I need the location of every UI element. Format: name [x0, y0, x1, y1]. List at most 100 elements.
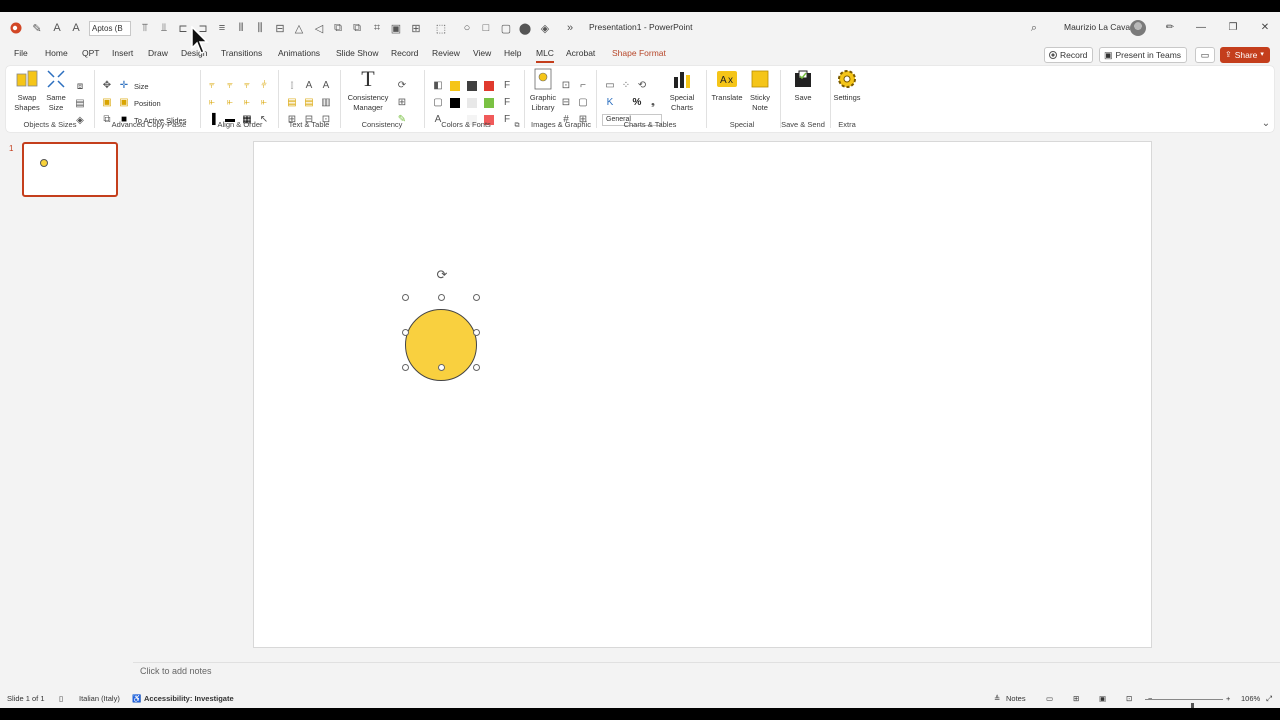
image-replace-icon[interactable]: ⊡ — [560, 80, 572, 92]
zoom-level[interactable]: 106% — [1241, 694, 1260, 703]
resize-handle-bottom-right[interactable] — [473, 364, 480, 371]
text-box-icon[interactable]: ⊞ — [409, 21, 423, 35]
align-top-center-icon[interactable]: ⫧ — [224, 80, 236, 92]
align-left-icon[interactable]: ⊏ — [176, 21, 190, 35]
color-swatch-dark[interactable] — [467, 81, 477, 91]
font-color-icon[interactable]: F — [501, 80, 513, 92]
swap-shapes-button[interactable]: Swap Shapes — [12, 68, 42, 113]
image-crop-icon[interactable]: ⌐ — [577, 80, 589, 92]
tab-qpt[interactable]: QPT — [82, 48, 99, 58]
size-option[interactable]: Size — [134, 82, 149, 91]
share-button[interactable]: ⇪ Share ▾ — [1220, 47, 1270, 63]
comments-button[interactable]: ▭ — [1195, 47, 1215, 63]
tab-review[interactable]: Review — [432, 48, 460, 58]
align-center-icon[interactable]: ≡ — [215, 21, 229, 35]
resize-handle-top[interactable] — [438, 294, 445, 301]
slideshow-view-icon[interactable]: ⊡ — [1126, 694, 1132, 703]
shapes-dropdown-icon[interactable]: ⬚ — [434, 21, 448, 35]
save-button[interactable]: Save — [788, 68, 818, 103]
color-swatch-green[interactable] — [484, 98, 494, 108]
color-swatch-black[interactable] — [450, 98, 460, 108]
rotate-handle-icon[interactable]: ⟳ — [435, 268, 449, 282]
stack-icon[interactable]: ▤ — [74, 98, 86, 110]
distribute-vertical-icon[interactable]: ⫼ — [253, 21, 267, 35]
settings-button[interactable]: Settings — [832, 68, 862, 103]
rounded-rectangle-icon[interactable]: ▢ — [499, 21, 513, 35]
consistency-list-icon[interactable]: ⊞ — [396, 97, 408, 109]
align-stretch-icon[interactable]: ⫦ — [258, 97, 270, 109]
text-direction-icon[interactable]: ⫪ — [138, 21, 152, 35]
triangle-shape-icon[interactable]: △ — [292, 21, 306, 35]
increase-font-icon[interactable]: A — [50, 21, 64, 35]
resize-handle-bottom-left[interactable] — [402, 364, 409, 371]
move-icon[interactable]: ✥ — [101, 80, 113, 92]
search-icon[interactable]: ⌕ — [1027, 21, 1041, 35]
reading-view-icon[interactable]: ▣ — [1099, 694, 1106, 703]
align-top-left-icon[interactable]: ⫧ — [206, 80, 218, 92]
align-right-edge-icon[interactable]: ⫦ — [241, 97, 253, 109]
slide-canvas[interactable] — [253, 141, 1152, 648]
ungroup-icon[interactable]: ⧉ — [350, 21, 364, 35]
sticky-note-button[interactable]: Sticky Note — [746, 68, 774, 113]
font-name-box[interactable]: Aptos (B — [89, 21, 131, 36]
slide-thumbnail[interactable] — [22, 142, 118, 197]
align-top-right-icon[interactable]: ⫧ — [241, 80, 253, 92]
fill-bucket-icon[interactable]: ◧ — [432, 80, 444, 92]
zoom-slider[interactable] — [1145, 699, 1223, 708]
chart-refresh-icon[interactable]: ⟲ — [636, 80, 648, 92]
language-indicator[interactable]: Italian (Italy) — [79, 694, 120, 703]
resize-handle-right[interactable] — [473, 329, 480, 336]
resize-handle-top-right[interactable] — [473, 294, 480, 301]
align-center-edge-icon[interactable]: ⫦ — [224, 97, 236, 109]
text-fit-icon[interactable]: ▤ — [286, 97, 298, 109]
notes-toggle-label[interactable]: Notes — [1006, 694, 1026, 703]
resize-handle-bottom[interactable] — [438, 364, 445, 371]
notes-toggle-icon[interactable]: ≜ — [994, 694, 1000, 703]
same-size-button[interactable]: Same Size — [44, 68, 68, 113]
group-icon[interactable]: ⧉ — [331, 21, 345, 35]
minimize-icon[interactable]: — — [1193, 20, 1209, 36]
tab-transitions[interactable]: Transitions — [221, 48, 262, 58]
tab-home[interactable]: Home — [45, 48, 68, 58]
resize-icon[interactable]: ⧈ — [74, 81, 86, 93]
tab-help[interactable]: Help — [504, 48, 521, 58]
spell-check-icon[interactable]: ▯ — [59, 694, 63, 703]
chart-dots-icon[interactable]: ⁘ — [620, 80, 632, 92]
color-swatch-yellow[interactable] — [450, 81, 460, 91]
color-swatch-light[interactable] — [467, 98, 477, 108]
text-wrap-icon[interactable]: ▤ — [303, 97, 315, 109]
color-swatch-red[interactable] — [484, 81, 494, 91]
format-painter-icon[interactable]: ✎ — [30, 21, 44, 35]
send-backward-icon[interactable]: ◁ — [312, 21, 326, 35]
line-color-icon[interactable]: ▢ — [432, 97, 444, 109]
user-name[interactable]: Maurizio La Cava — [1064, 22, 1130, 32]
font-grow-icon[interactable]: A — [303, 80, 315, 92]
tab-mlc[interactable]: MLC — [536, 48, 554, 63]
align-left-edge-icon[interactable]: ⫦ — [206, 97, 218, 109]
align-middle-icon[interactable]: ⊟ — [273, 21, 287, 35]
translate-button[interactable]: Ax Translate — [710, 68, 744, 103]
consistency-check-icon[interactable]: ⟳ — [396, 80, 408, 92]
close-icon[interactable]: ✕ — [1257, 20, 1273, 36]
slide-sorter-icon[interactable]: ⊞ — [1073, 694, 1079, 703]
position-option[interactable]: Position — [134, 99, 161, 108]
tab-draw[interactable]: Draw — [148, 48, 168, 58]
accessibility-status[interactable]: Accessibility: Investigate — [144, 694, 234, 703]
special-charts-button[interactable]: Special Charts — [666, 68, 698, 113]
tab-acrobat[interactable]: Acrobat — [566, 48, 595, 58]
decrease-font-icon[interactable]: A — [69, 21, 83, 35]
font-style-icon[interactable]: F — [501, 97, 513, 109]
avatar[interactable] — [1130, 20, 1146, 36]
tab-animations[interactable]: Animations — [278, 48, 320, 58]
rectangle-shape-icon[interactable]: □ — [479, 21, 493, 35]
overflow-chevron-icon[interactable]: » — [563, 21, 577, 35]
tab-shape-format[interactable]: Shape Format — [612, 48, 666, 58]
image-border-icon[interactable]: ▢ — [577, 97, 589, 109]
pen-icon[interactable]: ✏ — [1162, 20, 1178, 36]
text-columns-icon[interactable]: ▥ — [320, 97, 332, 109]
chart-bar-icon[interactable]: ▭ — [604, 80, 616, 92]
chart-k-icon[interactable]: K — [604, 97, 616, 109]
distribute-horizontal-icon[interactable]: ⫴ — [234, 21, 248, 35]
tab-view[interactable]: View — [473, 48, 491, 58]
tab-insert[interactable]: Insert — [112, 48, 133, 58]
